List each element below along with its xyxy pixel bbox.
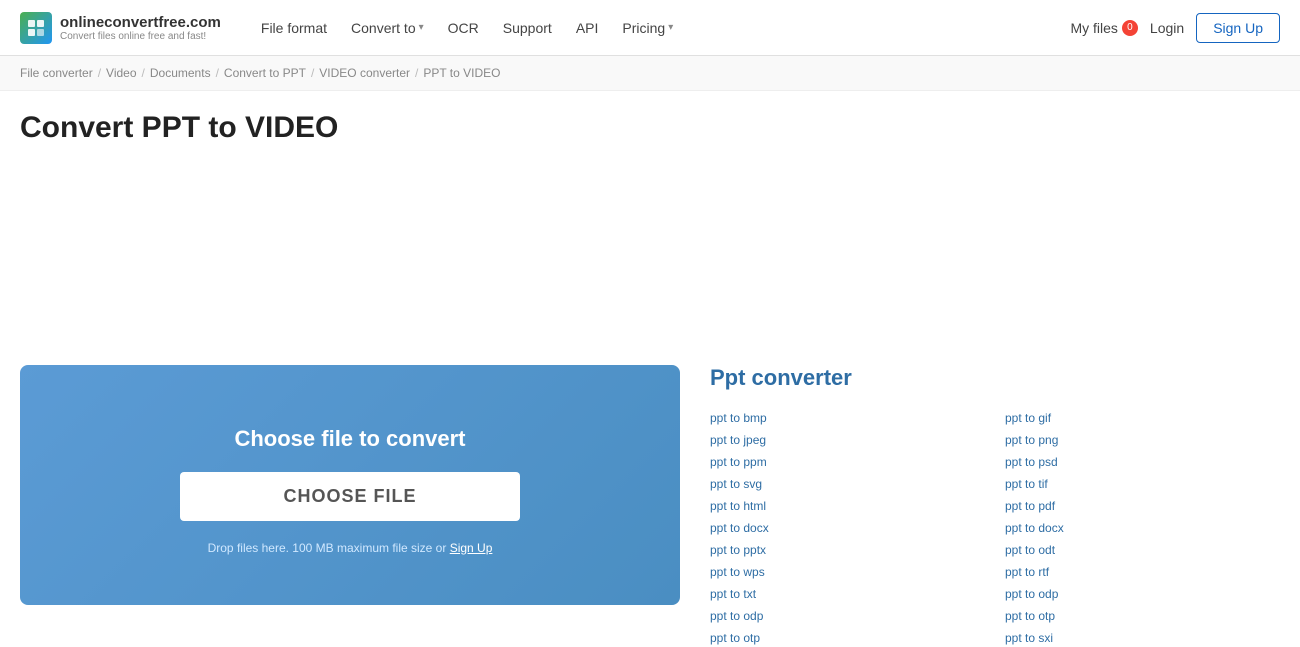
main-nav: File format Convert to ▾ OCR Support API… <box>251 14 683 42</box>
my-files-label: My files <box>1070 20 1117 36</box>
chevron-down-icon: ▾ <box>668 22 673 33</box>
ppt-converter-link[interactable]: ppt to odt <box>1005 541 1280 559</box>
ppt-converter-link[interactable]: ppt to bmp <box>710 409 985 427</box>
breadcrumb-video[interactable]: Video <box>106 66 136 80</box>
upload-box: Choose file to convert CHOOSE FILE Drop … <box>20 365 680 605</box>
page-title: Convert PPT to VIDEO <box>20 111 1280 145</box>
logo-sub: Convert files online free and fast! <box>60 31 221 42</box>
breadcrumb-current: PPT to VIDEO <box>423 66 500 80</box>
nav-api[interactable]: API <box>566 14 609 42</box>
ppt-converter-link[interactable]: ppt to psd <box>1005 453 1280 471</box>
main-content: Convert PPT to VIDEO Choose file to conv… <box>0 91 1300 647</box>
breadcrumb-sep: / <box>216 66 219 80</box>
breadcrumb-file-converter[interactable]: File converter <box>20 66 93 80</box>
my-files-button[interactable]: My files 0 <box>1070 20 1137 36</box>
ppt-converter-link[interactable]: ppt to docx <box>710 519 985 537</box>
signup-button[interactable]: Sign Up <box>1196 13 1280 43</box>
header-left: onlineconvertfree.com Convert files onli… <box>20 12 683 44</box>
chevron-down-icon: ▾ <box>419 22 424 33</box>
breadcrumb: File converter / Video / Documents / Con… <box>0 56 1300 91</box>
ppt-converter-link[interactable]: ppt to txt <box>710 585 985 603</box>
logo-icon <box>20 12 52 44</box>
nav-support[interactable]: Support <box>493 14 562 42</box>
logo-text: onlineconvertfree.com Convert files onli… <box>60 14 221 42</box>
ppt-converter-link[interactable]: ppt to gif <box>1005 409 1280 427</box>
ppt-converter-link[interactable]: ppt to ppm <box>710 453 985 471</box>
sign-up-link[interactable]: Sign Up <box>450 541 493 555</box>
nav-pricing[interactable]: Pricing ▾ <box>612 14 683 42</box>
ppt-converter-link[interactable]: ppt to odp <box>710 607 985 625</box>
ad-area <box>20 165 1280 345</box>
ppt-converter-link[interactable]: ppt to html <box>710 497 985 515</box>
ppt-converter-link[interactable]: ppt to wps <box>710 563 985 581</box>
breadcrumb-convert-to-ppt[interactable]: Convert to PPT <box>224 66 306 80</box>
breadcrumb-video-converter[interactable]: VIDEO converter <box>319 66 410 80</box>
ppt-converter-link[interactable]: ppt to otp <box>1005 607 1280 625</box>
logo[interactable]: onlineconvertfree.com Convert files onli… <box>20 12 221 44</box>
nav-ocr[interactable]: OCR <box>438 14 489 42</box>
breadcrumb-sep: / <box>415 66 418 80</box>
header: onlineconvertfree.com Convert files onli… <box>0 0 1300 56</box>
ppt-converter-link[interactable]: ppt to rtf <box>1005 563 1280 581</box>
breadcrumb-sep: / <box>311 66 314 80</box>
breadcrumb-documents[interactable]: Documents <box>150 66 211 80</box>
ppt-converter-link[interactable]: ppt to svg <box>710 475 985 493</box>
nav-convert-to[interactable]: Convert to ▾ <box>341 14 434 42</box>
ppt-converter-link[interactable]: ppt to pptx <box>710 541 985 559</box>
upload-title: Choose file to convert <box>234 426 465 452</box>
ppt-sidebar: Ppt converter ppt to bmpppt to gifppt to… <box>710 365 1280 647</box>
converter-section: Choose file to convert CHOOSE FILE Drop … <box>20 365 1280 647</box>
ppt-converter-link[interactable]: ppt to tif <box>1005 475 1280 493</box>
ppt-converter-link[interactable]: ppt to sxi <box>1005 629 1280 647</box>
ppt-converter-link[interactable]: ppt to odp <box>1005 585 1280 603</box>
nav-file-format[interactable]: File format <box>251 14 337 42</box>
header-right: My files 0 Login Sign Up <box>1070 13 1280 43</box>
ppt-converter-link[interactable]: ppt to docx <box>1005 519 1280 537</box>
breadcrumb-sep: / <box>98 66 101 80</box>
ppt-converter-link[interactable]: ppt to otp <box>710 629 985 647</box>
ppt-links-grid: ppt to bmp ppt to gif ppt to jpeg ppt to pn… <box>710 409 1280 647</box>
ppt-sidebar-title: Ppt converter <box>710 365 1280 391</box>
login-button[interactable]: Login <box>1150 20 1184 36</box>
my-files-badge: 0 <box>1122 20 1138 36</box>
ppt-converter-link[interactable]: ppt to jpeg <box>710 431 985 449</box>
logo-name: onlineconvertfree.com <box>60 14 221 31</box>
ppt-converter-link[interactable]: ppt to png <box>1005 431 1280 449</box>
breadcrumb-sep: / <box>142 66 145 80</box>
drop-text: Drop files here. 100 MB maximum file siz… <box>208 541 493 555</box>
ppt-converter-link[interactable]: ppt to pdf <box>1005 497 1280 515</box>
choose-file-button[interactable]: CHOOSE FILE <box>180 472 520 521</box>
